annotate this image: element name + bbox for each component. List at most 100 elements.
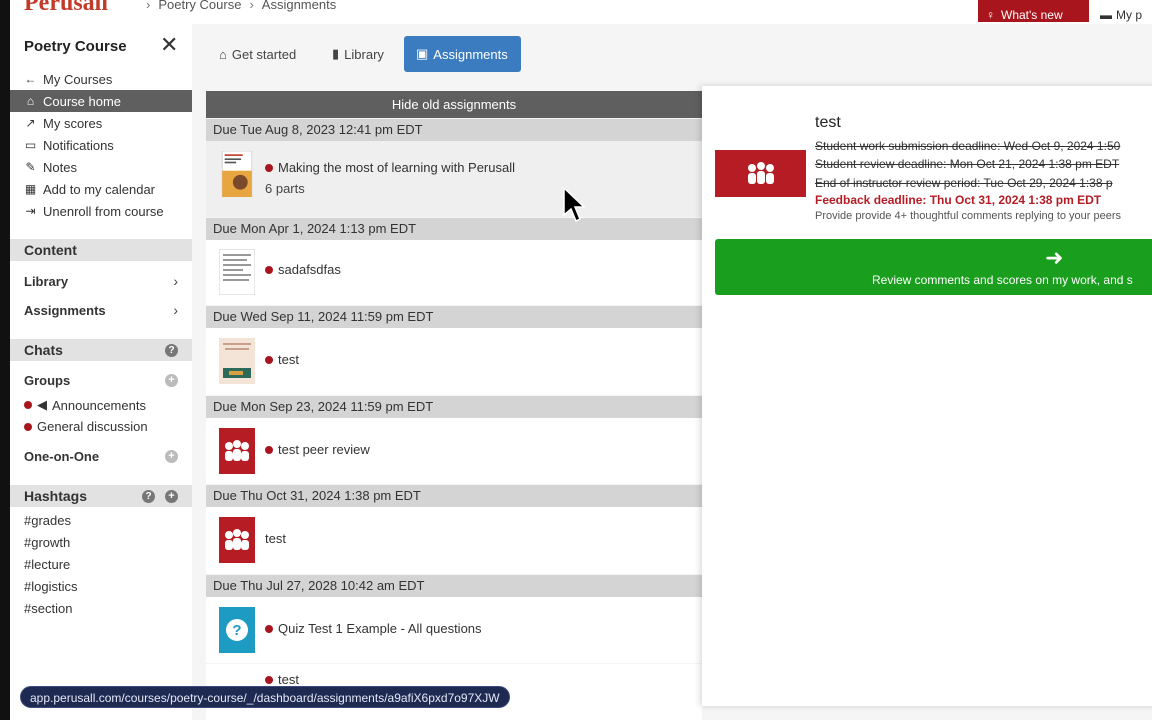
calendar-icon: ▦: [24, 182, 37, 196]
my-profile-button[interactable]: ▬ My p: [1100, 0, 1142, 22]
groups-header: Groups +: [24, 373, 178, 388]
hashtag-item[interactable]: #growth: [24, 535, 70, 550]
sidebar-item-my-courses[interactable]: ← My Courses: [10, 68, 192, 90]
chat-announcements[interactable]: ◀ Announcements: [24, 397, 146, 413]
due-date-header: Due Thu Jul 27, 2028 10:42 am EDT: [206, 575, 702, 597]
hashtag-item[interactable]: #grades: [24, 513, 71, 528]
sidebar-item-notes[interactable]: ✎ Notes: [10, 156, 192, 178]
assignment-detail-panel: test Student work submission deadline: W…: [702, 86, 1152, 706]
help-icon[interactable]: ?: [165, 344, 178, 357]
assignment-row[interactable]: sadafsdfas: [206, 240, 702, 305]
one-on-one-label: One-on-One: [24, 449, 100, 464]
sidebar-item-assignments[interactable]: Assignments ›: [24, 302, 178, 318]
review-comments-label: Review comments and scores on my work, a…: [872, 273, 1133, 287]
app-frame: Perusall › Poetry Course › Assignments ♀…: [10, 0, 1152, 720]
due-date-header: Due Wed Sep 11, 2024 11:59 pm EDT: [206, 306, 702, 328]
hashtag-item[interactable]: #logistics: [24, 579, 77, 594]
tab-label: Get started: [231, 46, 297, 62]
document-thumbnail-icon: [221, 151, 253, 197]
tab-assignments[interactable]: ▣ Assignments: [404, 36, 521, 72]
close-icon[interactable]: ✕: [160, 34, 178, 56]
arrow-left-icon: ←: [24, 72, 37, 86]
assignment-title: test peer review: [265, 442, 370, 457]
sidebar-item-label: Notes: [43, 159, 77, 175]
top-bar: Perusall › Poetry Course › Assignments ♀…: [10, 0, 1152, 24]
sidebar-item-course-home[interactable]: ⌂ Course home: [10, 90, 192, 112]
unread-dot-icon: [265, 163, 273, 172]
hide-old-assignments-button[interactable]: Hide old assignments: [206, 91, 702, 118]
unread-dot-icon: [265, 445, 273, 454]
groups-label: Groups: [24, 373, 71, 388]
assignment-row-selected[interactable]: test: [206, 507, 702, 574]
review-deadline: Student review deadline: Mon Oct 21, 202…: [815, 157, 1120, 171]
chat-general-discussion[interactable]: General discussion: [24, 419, 148, 434]
assignment-row[interactable]: ? Quiz Test 1 Example - All questions: [206, 597, 702, 663]
whats-new-label: What's new: [1001, 8, 1063, 22]
breadcrumb-separator-icon: ›: [249, 0, 254, 12]
chats-section-header: Chats ?: [10, 339, 192, 361]
sidebar-item-my-scores[interactable]: ↗ My scores: [10, 112, 192, 134]
add-hashtag-icon[interactable]: +: [165, 490, 178, 503]
assignment-title-text: test peer review: [278, 442, 370, 457]
hashtag-item[interactable]: #section: [24, 601, 72, 616]
assignment-row[interactable]: Making the most of learning with Perusal…: [206, 141, 702, 217]
assignment-parts: 6 parts: [265, 181, 305, 196]
group-icon: [747, 161, 774, 184]
assignment-row[interactable]: test: [206, 328, 702, 395]
tab-get-started[interactable]: ⌂ Get started: [207, 36, 308, 72]
due-date-header: Due Tue Aug 8, 2023 12:41 pm EDT: [206, 119, 702, 141]
sidebar-item-label: Add to my calendar: [43, 181, 156, 197]
svg-text:?: ?: [232, 622, 241, 639]
tab-label: Assignments: [433, 46, 508, 62]
pencil-icon: ✎: [25, 160, 36, 174]
sidebar-item-library[interactable]: Library ›: [24, 273, 178, 289]
breadcrumb-assignments[interactable]: Assignments: [262, 0, 336, 12]
book-icon: ▮: [332, 46, 340, 61]
help-icon[interactable]: ?: [142, 490, 155, 503]
assignment-title: Making the most of learning with Perusal…: [265, 160, 515, 175]
home-icon: ⌂: [219, 46, 227, 62]
chevron-right-icon: ›: [173, 273, 178, 289]
assignment-title-text: Making the most of learning with Perusal…: [278, 160, 516, 175]
assignment-title: sadafsdfas: [265, 262, 341, 277]
assignment-title: test: [265, 352, 299, 367]
perusall-logo[interactable]: Perusall: [24, 0, 108, 17]
feedback-deadline: Feedback deadline: Thu Oct 31, 2024 1:38…: [815, 193, 1102, 207]
assignment-title-text: test: [278, 352, 299, 367]
arrow-right-icon: ➜: [1045, 245, 1064, 270]
add-group-icon[interactable]: +: [165, 374, 178, 387]
sidebar-item-label: Unenroll from course: [43, 203, 164, 219]
add-chat-icon[interactable]: +: [165, 450, 178, 463]
hashtag-item[interactable]: #lecture: [24, 557, 70, 572]
chat-label: Announcements: [52, 397, 146, 413]
one-on-one-header: One-on-One +: [24, 449, 178, 464]
sign-out-icon: ⇥: [25, 204, 36, 218]
review-comments-button[interactable]: ➜ Review comments and scores on my work,…: [715, 239, 1152, 295]
peer-review-icon: [715, 150, 806, 197]
assignment-list: Hide old assignments Due Tue Aug 8, 2023…: [206, 91, 702, 720]
sidebar-item-label: Assignments: [24, 302, 106, 318]
sidebar-item-unenroll[interactable]: ⇥ Unenroll from course: [10, 200, 192, 222]
quiz-icon: ?: [219, 607, 255, 653]
hashtags-label: Hashtags: [24, 488, 88, 504]
sidebar-item-add-calendar[interactable]: ▦ Add to my calendar: [10, 178, 192, 200]
sidebar-item-label: My scores: [43, 115, 103, 131]
status-url: app.perusall.com/courses/poetry-course/_…: [20, 686, 510, 708]
due-date-header: Due Thu Oct 31, 2024 1:38 pm EDT: [206, 485, 702, 507]
due-date-header: Due Mon Sep 23, 2024 11:59 pm EDT: [206, 396, 702, 418]
chats-label: Chats: [24, 342, 63, 358]
content-section-header: Content: [10, 239, 192, 261]
breadcrumb-course[interactable]: Poetry Course: [158, 0, 241, 12]
assignment-title: Quiz Test 1 Example - All questions: [265, 621, 482, 636]
document-thumbnail-icon: [219, 338, 255, 384]
assignment-title-text: test: [278, 672, 299, 687]
sidebar-item-notifications[interactable]: ▭ Notifications: [10, 134, 192, 156]
book-icon: ▬: [1100, 8, 1112, 22]
breadcrumb-separator-icon: ›: [146, 0, 151, 12]
tab-library[interactable]: ▮ Library: [320, 36, 396, 72]
assignment-row[interactable]: test peer review: [206, 418, 702, 484]
inbox-icon: ▭: [24, 138, 37, 152]
detail-title: test: [815, 114, 841, 131]
whats-new-button[interactable]: ♀ What's new: [978, 0, 1089, 22]
due-date-header: Due Mon Apr 1, 2024 1:13 pm EDT: [206, 218, 702, 240]
